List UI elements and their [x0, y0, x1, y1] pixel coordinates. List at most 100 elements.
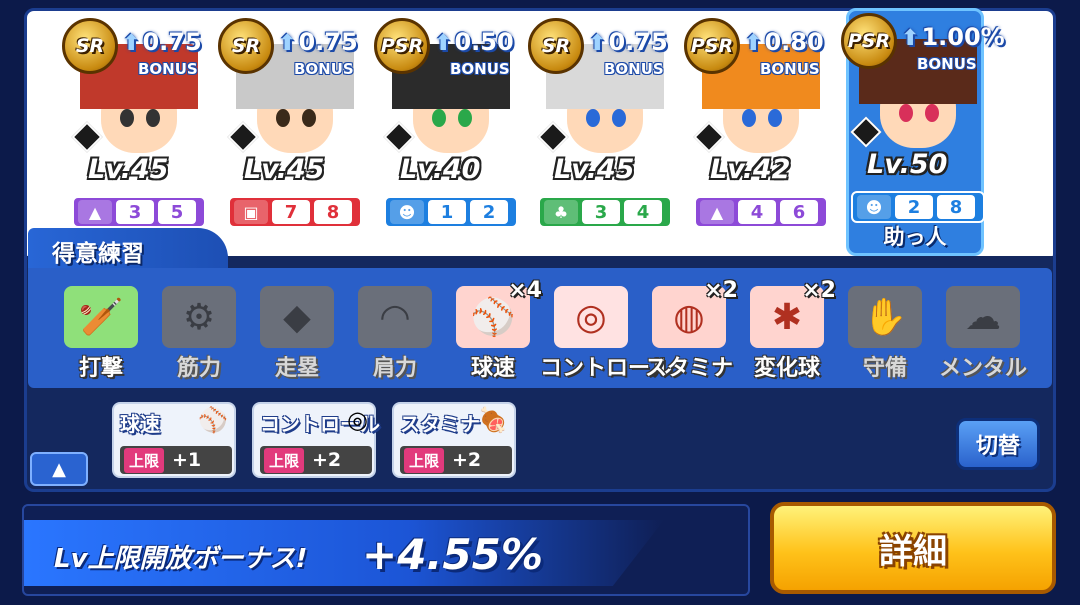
stat-value: 2 — [470, 200, 508, 224]
glove-icon: ✋ — [848, 286, 922, 348]
dumbbell-icon: ⚙ — [162, 286, 236, 348]
stat-value: 3 — [116, 200, 154, 224]
multiplier-badge: ×2 — [704, 278, 738, 303]
limit-upgrade-badge: スタミナ 🍖 上限 +2 — [392, 402, 516, 478]
practice-label: 守備 — [862, 356, 907, 381]
lv-bonus-value: +4.55% — [362, 530, 543, 579]
limit-upgrade-badge: コントロール ◎ 上限 +2 — [252, 402, 380, 478]
practice-label: 球速 — [470, 356, 515, 381]
type-bar: ☻ 1 2 — [384, 196, 518, 228]
type-bar: ▲ 4 6 — [694, 196, 828, 228]
upgrade-name: スタミナ — [400, 412, 480, 436]
limit-label: 上限 — [264, 447, 305, 473]
practice-item: 🏏 打撃 — [58, 282, 144, 382]
practice-label: 筋力 — [176, 356, 221, 381]
limit-plus: +2 — [312, 449, 342, 471]
limit-plus: +1 — [172, 449, 202, 471]
card-level: Lv.40 — [400, 154, 481, 185]
detail-button[interactable]: 詳細 — [770, 502, 1056, 594]
practice-item: ◆ 走塁 — [254, 282, 340, 382]
event-card[interactable]: PSR 1.00% BONUS Lv.50 ☻ 2 8 助っ人 — [841, 8, 1005, 256]
practice-label: 肩力 — [372, 356, 417, 381]
event-card[interactable]: PSR 0.80 BONUS Lv.42 ▲ 4 6 — [684, 16, 830, 228]
type-bar: ☻ 2 8 — [851, 191, 985, 223]
stat-value: 4 — [738, 200, 776, 224]
bonus-value: 0.50 — [434, 28, 513, 56]
fastball-icon: ⚾ — [198, 406, 228, 434]
practice-item: ◍ スタミナ ×2 — [645, 278, 738, 382]
upgrade-bar: 上限 +2 — [400, 446, 512, 474]
bonus-label: BONUS — [138, 60, 198, 78]
stat-value: 5 — [158, 200, 196, 224]
upgrade-name: 球速 — [120, 412, 160, 436]
card-level: Lv.42 — [710, 154, 791, 185]
stat-value: 1 — [428, 200, 466, 224]
rarity-badge: PSR — [374, 18, 430, 74]
lv-bonus-panel: Lv上限開放ボーナス! +4.55% — [22, 504, 750, 596]
target-icon: ◎ — [554, 286, 628, 348]
practice-item: ⚾ 球速 ×4 — [450, 278, 542, 382]
practice-label: スタミナ — [644, 356, 733, 381]
bonus-value: 1.00% — [901, 23, 1004, 51]
tree-icon: ▲ — [78, 200, 112, 224]
multiplier-badge: ×2 — [802, 278, 836, 303]
rarity-badge: PSR — [841, 13, 897, 69]
rarity-badge: SR — [62, 18, 118, 74]
robot-icon: ☻ — [390, 200, 424, 224]
chevron-up-icon: ▲ — [52, 458, 66, 480]
card-level: Lv.45 — [244, 154, 325, 185]
bonus-label: BONUS — [294, 60, 354, 78]
stat-value: 7 — [272, 200, 310, 224]
target-icon: ◎ — [347, 406, 368, 434]
practice-label: 走塁 — [274, 356, 319, 381]
card-level: Lv.50 — [867, 149, 948, 180]
stat-value: 2 — [895, 195, 933, 219]
type-bar: ▣ 7 8 — [228, 196, 362, 228]
plant-icon: ♣ — [544, 200, 578, 224]
type-bar: ♣ 3 4 — [538, 196, 672, 228]
event-card[interactable]: SR 0.75 BONUS Lv.45 ♣ 3 4 — [528, 16, 674, 228]
limit-plus: +2 — [452, 449, 482, 471]
tree-icon: ▲ — [700, 200, 734, 224]
rarity-badge: SR — [218, 18, 274, 74]
collapse-button[interactable]: ▲ — [30, 452, 88, 486]
bonus-label: BONUS — [760, 60, 820, 78]
type-bar: ▲ 3 5 — [72, 196, 206, 228]
stat-value: 3 — [582, 200, 620, 224]
cloud-icon: ☁ — [946, 286, 1020, 348]
event-card[interactable]: SR 0.75 BONUS Lv.45 ▲ 3 5 — [62, 16, 208, 228]
practice-item: ✱ 変化球 ×2 — [744, 278, 836, 382]
meat-icon: 🍖 — [478, 406, 508, 434]
limit-upgrade-badge: 球速 ⚾ 上限 +1 — [112, 402, 236, 478]
practice-item: ⚙ 筋力 — [156, 282, 242, 382]
upgrade-bar: 上限 +1 — [120, 446, 232, 474]
limit-label: 上限 — [124, 447, 165, 473]
practice-label: 打撃 — [78, 356, 123, 381]
event-card[interactable]: PSR 0.50 BONUS Lv.40 ☻ 1 2 — [374, 16, 520, 228]
bonus-label: BONUS — [450, 60, 510, 78]
helper-label: 助っ人 — [883, 225, 947, 249]
robot-icon: ☻ — [857, 195, 891, 219]
card-level: Lv.45 — [88, 154, 169, 185]
bonus-value: 0.80 — [744, 28, 823, 56]
bat-icon: 🏏 — [64, 286, 138, 348]
practice-item: ◠ 肩力 — [352, 282, 438, 382]
base-icon: ◆ — [260, 286, 334, 348]
bonus-label: BONUS — [604, 60, 664, 78]
switch-button[interactable]: 切替 — [956, 418, 1040, 470]
lv-bonus-title: Lv上限開放ボーナス! — [54, 544, 308, 574]
stat-value: 8 — [314, 200, 352, 224]
upgrade-bar: 上限 +2 — [260, 446, 372, 474]
tokui-tab-label: 得意練習 — [28, 228, 228, 268]
limit-label: 上限 — [404, 447, 445, 473]
rarity-badge: PSR — [684, 18, 740, 74]
bonus-value: 0.75 — [278, 28, 357, 56]
event-card[interactable]: SR 0.75 BONUS Lv.45 ▣ 7 8 — [218, 16, 364, 228]
practice-label: 変化球 — [753, 356, 820, 381]
practice-item: ◎ コントロール — [540, 282, 672, 382]
practice-item: ☁ メンタル — [939, 282, 1027, 382]
arm-icon: ◠ — [358, 286, 432, 348]
rarity-badge: SR — [528, 18, 584, 74]
bonus-value: 0.75 — [588, 28, 667, 56]
stat-value: 6 — [780, 200, 818, 224]
